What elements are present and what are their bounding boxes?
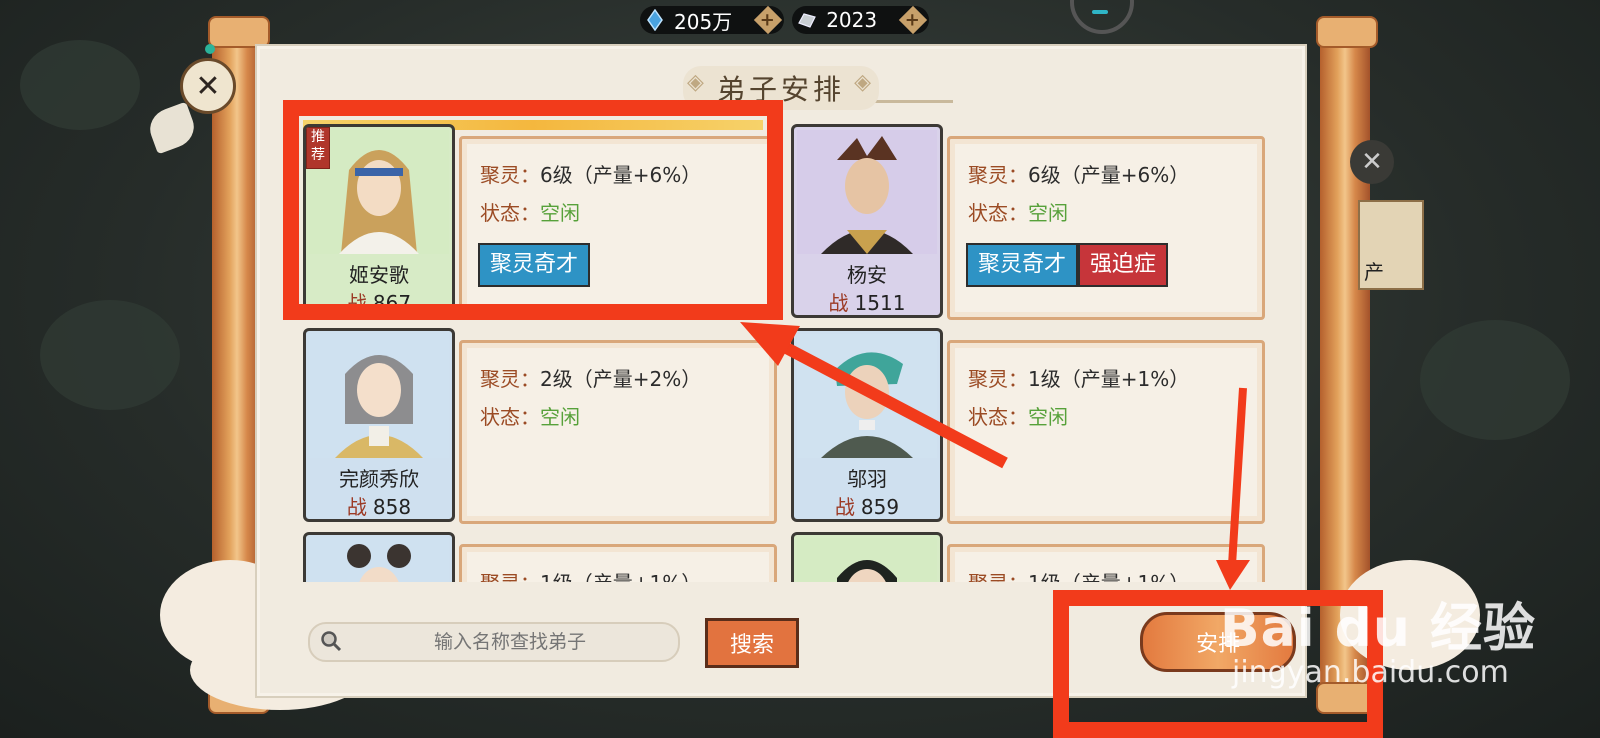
watermark-logo: Bai du 经验 — [1220, 599, 1536, 659]
annotation-arrow — [1228, 387, 1247, 566]
watermark: Bai du 经验 jingyan.baidu.com — [1220, 586, 1536, 690]
annotation-arrow — [772, 336, 1008, 469]
watermark-url: jingyan.baidu.com — [1232, 655, 1509, 690]
